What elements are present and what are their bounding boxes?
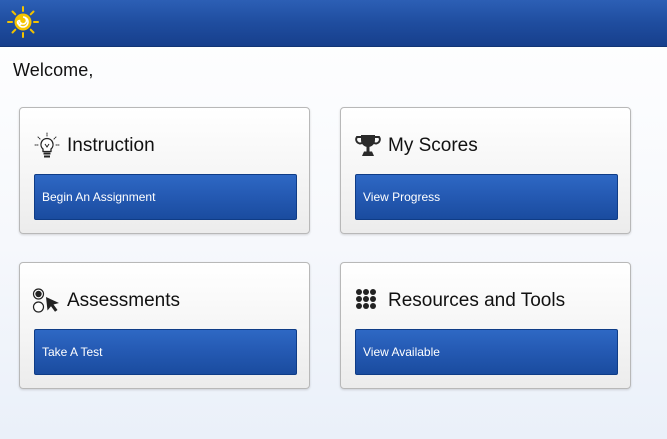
take-test-button[interactable]: Take A Test bbox=[34, 329, 297, 375]
instruction-title: Instruction bbox=[67, 135, 155, 156]
assessments-card: Assessments Take A Test bbox=[19, 262, 310, 389]
begin-assignment-button[interactable]: Begin An Assignment bbox=[34, 174, 297, 220]
assessments-title: Assessments bbox=[67, 290, 180, 311]
welcome-text: Welcome, bbox=[13, 60, 94, 80]
sun-swirl-logo-icon bbox=[7, 6, 39, 38]
trophy-icon bbox=[355, 135, 381, 156]
lightbulb-icon bbox=[34, 132, 60, 158]
user-name-redacted bbox=[100, 62, 190, 80]
resources-tools-title: Resources and Tools bbox=[388, 290, 566, 311]
welcome-greeting: Welcome, bbox=[13, 60, 190, 81]
instruction-card: Instruction Begin An Assignment bbox=[19, 107, 310, 234]
view-available-button[interactable]: View Available bbox=[355, 329, 618, 375]
resources-tools-card: Resources and Tools View Available bbox=[340, 262, 631, 389]
dot-grid-icon bbox=[356, 289, 376, 309]
top-header-bar bbox=[0, 0, 667, 47]
radio-cursor-icon bbox=[32, 288, 59, 313]
view-progress-button[interactable]: View Progress bbox=[355, 174, 618, 220]
my-scores-title: My Scores bbox=[388, 135, 478, 156]
my-scores-card: My Scores View Progress bbox=[340, 107, 631, 234]
